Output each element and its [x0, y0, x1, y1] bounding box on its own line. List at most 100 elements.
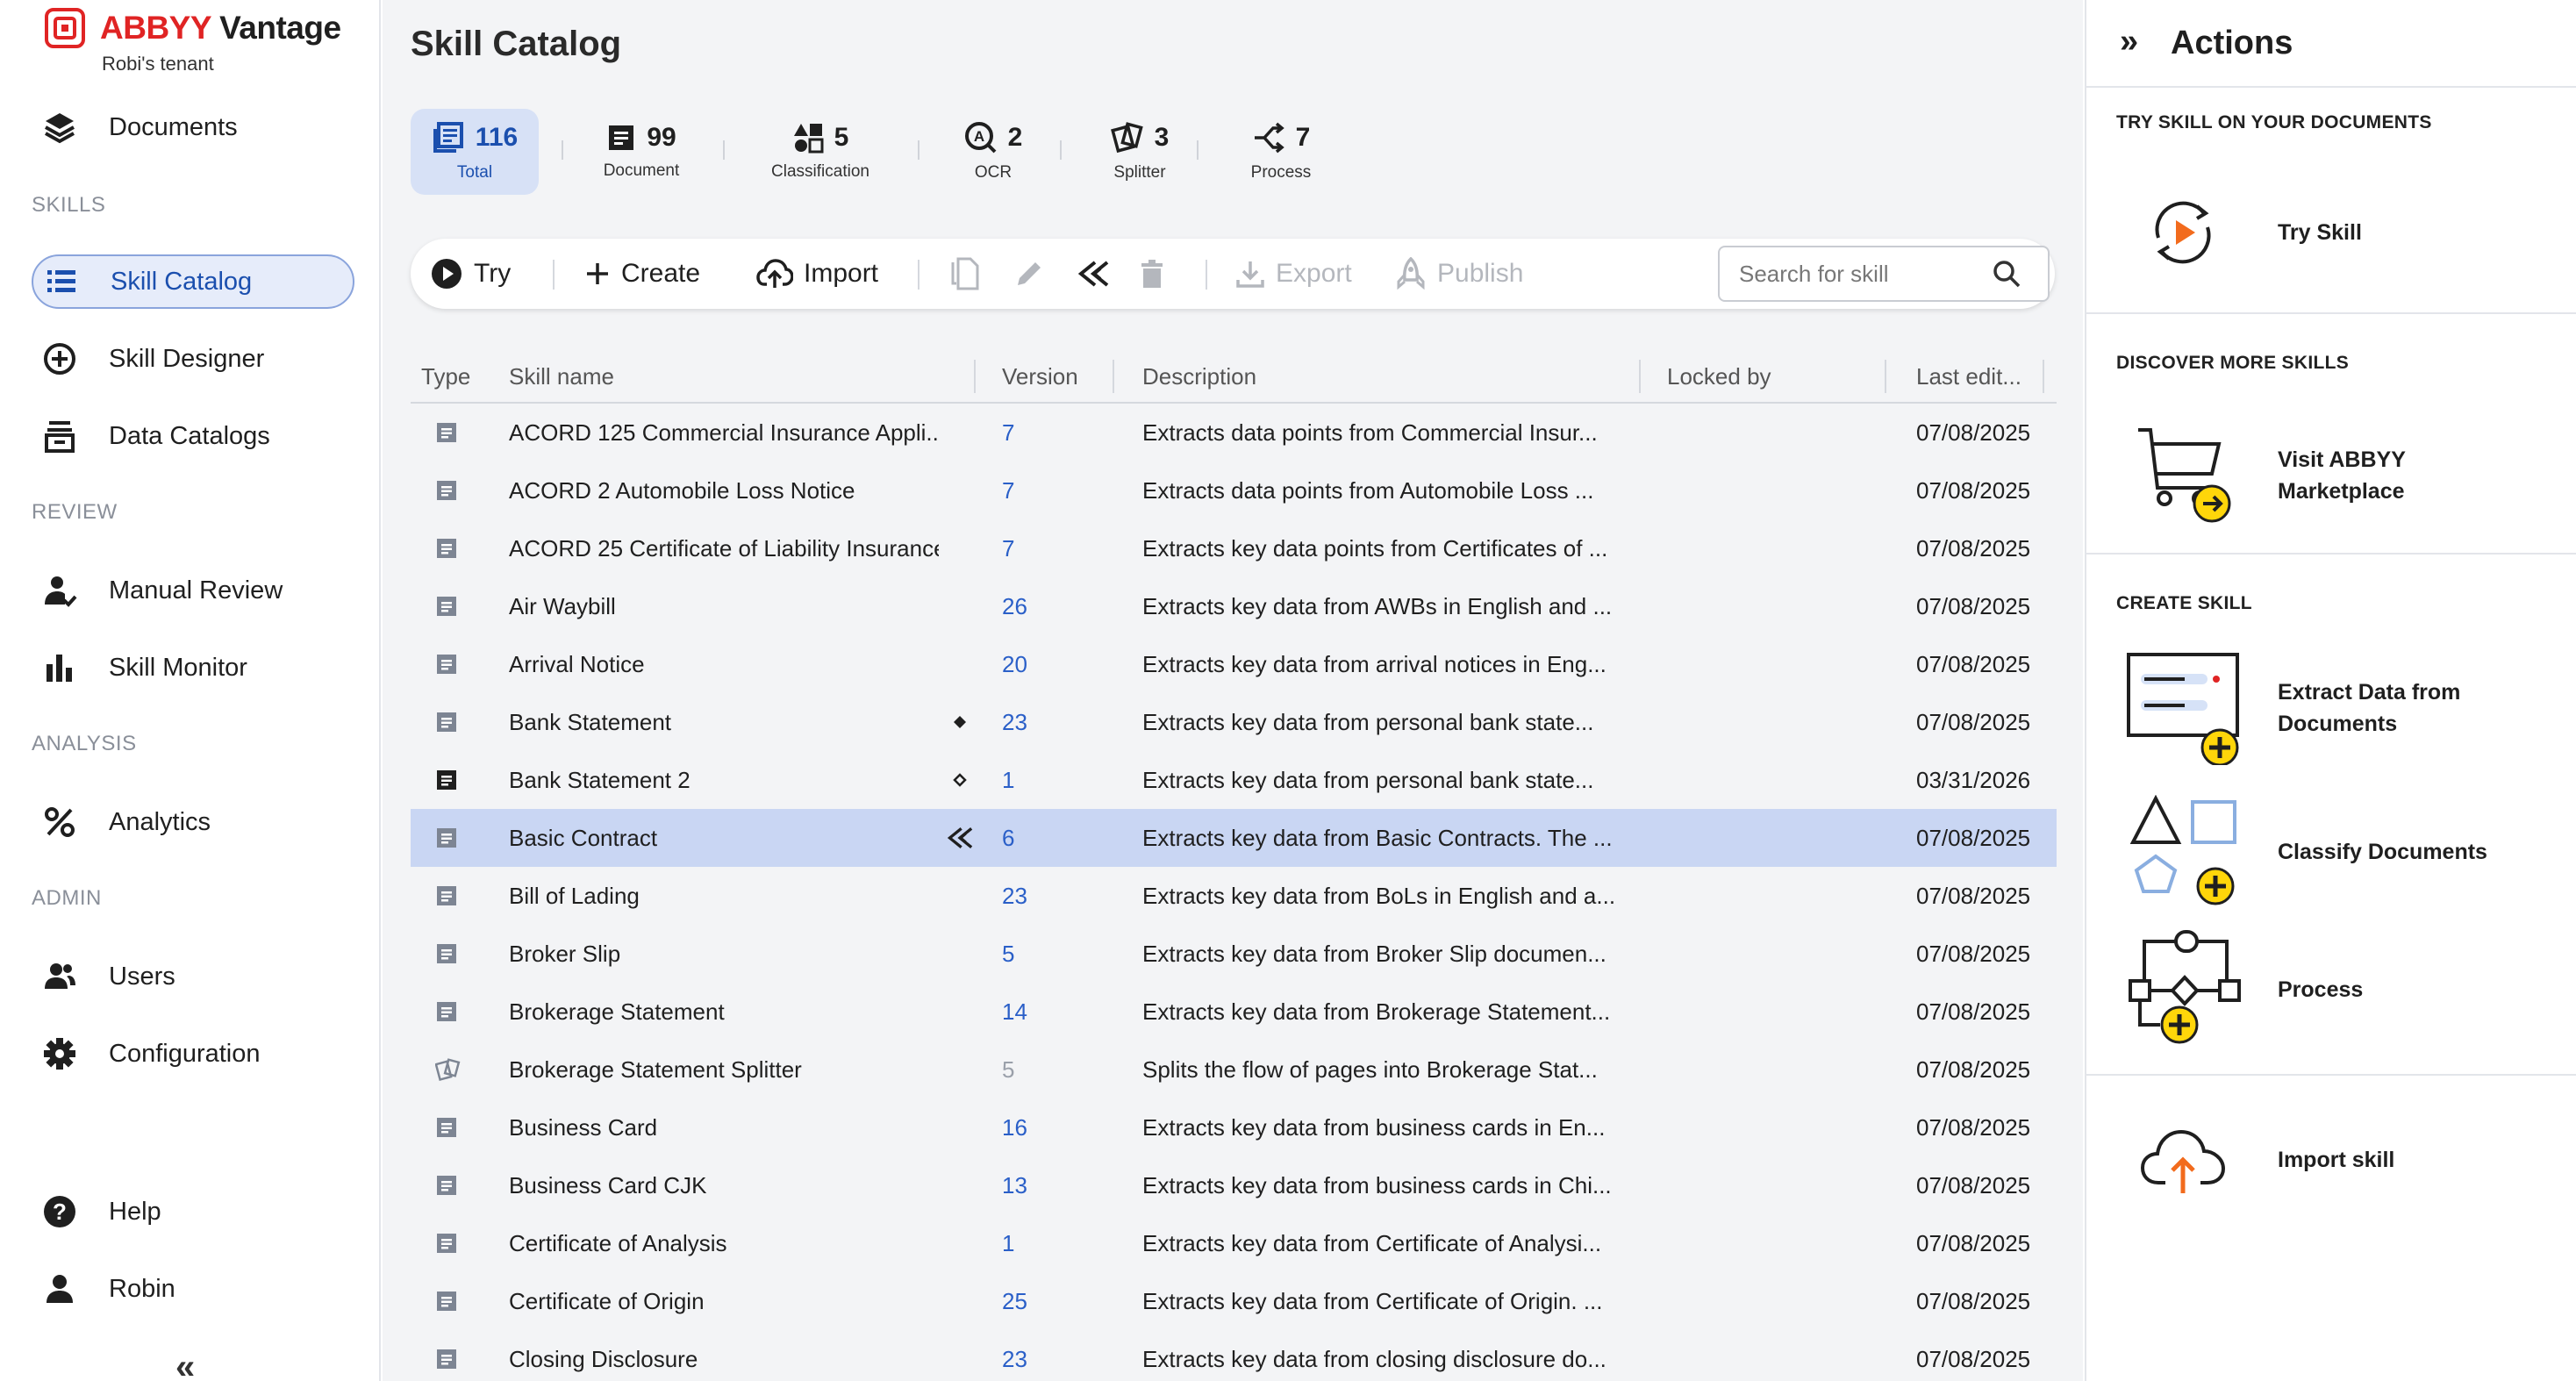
- table-row[interactable]: ACORD 2 Automobile Loss Notice 7 Extracts …: [411, 462, 2057, 519]
- row-version[interactable]: 1: [1002, 751, 1055, 809]
- row-description: Extracts key data from personal bank sta…: [1142, 708, 1594, 735]
- column-skill-name[interactable]: Skill name: [509, 363, 614, 390]
- row-version[interactable]: 13: [1002, 1156, 1055, 1214]
- table-row[interactable]: ACORD 125 Commercial Insurance Appli... 7…: [411, 404, 2057, 462]
- row-version[interactable]: 5: [1002, 1041, 1055, 1098]
- skills-table: Type Skill name Version Description Lock…: [411, 351, 2057, 1381]
- collapse-actions-button[interactable]: »: [2120, 23, 2138, 61]
- row-last-edit: 07/08/2025: [1916, 1229, 2031, 1256]
- filter-classification[interactable]: 5 Classification: [746, 109, 895, 195]
- row-version[interactable]: 5: [1002, 925, 1055, 983]
- classify-documents-action[interactable]: Classify Documents: [2122, 795, 2560, 909]
- table-row[interactable]: Brokerage Statement 14 Extracts key data f…: [411, 983, 2057, 1041]
- sidebar-item-data-catalogs[interactable]: Data Catalogs: [32, 409, 354, 463]
- table-row[interactable]: Broker Slip 5 Extracts key data from Broke…: [411, 925, 2057, 983]
- table-row[interactable]: Bill of Lading 23 Extracts key data from B…: [411, 867, 2057, 925]
- import-button[interactable]: Import: [756, 239, 878, 309]
- table-header: Type Skill name Version Description Lock…: [411, 351, 2057, 404]
- sidebar-item-users[interactable]: Users: [32, 949, 354, 1004]
- table-row[interactable]: Bank Statement 23 Extracts key data from p…: [411, 693, 2057, 751]
- column-divider[interactable]: [974, 360, 976, 393]
- try-button[interactable]: Try: [430, 239, 511, 309]
- collapse-sidebar-button[interactable]: «: [175, 1348, 195, 1381]
- import-skill-action[interactable]: Import skill: [2122, 1116, 2560, 1204]
- column-divider[interactable]: [2043, 360, 2044, 393]
- row-version[interactable]: 20: [1002, 635, 1055, 693]
- row-version[interactable]: 26: [1002, 577, 1055, 635]
- table-row[interactable]: Business Card CJK 13 Extracts key data fro…: [411, 1156, 2057, 1214]
- row-version[interactable]: 7: [1002, 462, 1055, 519]
- marketplace-action[interactable]: Visit ABBYY Marketplace: [2122, 423, 2560, 528]
- try-skill-action[interactable]: Try Skill: [2122, 184, 2560, 281]
- column-description[interactable]: Description: [1142, 363, 1256, 390]
- row-status-mark: [942, 1272, 977, 1330]
- search-icon[interactable]: [1992, 259, 2021, 289]
- table-row[interactable]: Business Card 16 Extracts key data from bu…: [411, 1098, 2057, 1156]
- sidebar-item-skill-designer[interactable]: Skill Designer: [32, 332, 354, 386]
- abbyy-logo-icon: [45, 8, 85, 48]
- stat-count: 116: [475, 123, 519, 152]
- export-button[interactable]: Export: [1235, 239, 1352, 309]
- publish-versions-button[interactable]: [1076, 239, 1111, 309]
- sidebar-item-analytics[interactable]: Analytics: [32, 795, 354, 849]
- search-input[interactable]: [1720, 260, 1992, 288]
- table-row[interactable]: Certificate of Origin 25 Extracts key data…: [411, 1272, 2057, 1330]
- row-version[interactable]: 23: [1002, 693, 1055, 751]
- row-version[interactable]: 16: [1002, 1098, 1055, 1156]
- table-row[interactable]: Certificate of Analysis 1 Extracts key dat…: [411, 1214, 2057, 1272]
- sidebar-item-configuration[interactable]: Configuration: [32, 1027, 354, 1081]
- try-skill-label: Try Skill: [2278, 220, 2362, 245]
- sidebar-item-help[interactable]: ? Help: [32, 1184, 354, 1239]
- edit-button[interactable]: [1014, 239, 1044, 309]
- extract-data-action[interactable]: Extract Data from Documents: [2122, 651, 2560, 765]
- create-button[interactable]: Create: [584, 239, 700, 309]
- sidebar-item-user[interactable]: Robin: [32, 1262, 354, 1316]
- duplicate-button[interactable]: [949, 239, 981, 309]
- brand[interactable]: ABBYY Vantage: [44, 7, 341, 49]
- table-row[interactable]: Air Waybill 26 Extracts key data from AWBs…: [411, 577, 2057, 635]
- row-version[interactable]: 7: [1002, 519, 1055, 577]
- row-version[interactable]: 23: [1002, 1330, 1055, 1381]
- column-divider[interactable]: [1639, 360, 1641, 393]
- section-skills: SKILLS: [32, 193, 106, 217]
- process-flow-icon: [2129, 930, 2241, 1044]
- column-last-edit[interactable]: Last edit...: [1916, 363, 2021, 390]
- sidebar-item-skill-catalog[interactable]: Skill Catalog: [32, 254, 354, 309]
- sidebar-item-documents[interactable]: Documents: [32, 100, 354, 154]
- filter-splitter[interactable]: 3 Splitter: [1083, 109, 1197, 195]
- toolbar-divider: [918, 260, 919, 290]
- column-version[interactable]: Version: [1002, 363, 1078, 390]
- row-version[interactable]: 7: [1002, 404, 1055, 462]
- person-check-icon: [45, 576, 77, 607]
- column-locked-by[interactable]: Locked by: [1667, 363, 1771, 390]
- table-row[interactable]: Arrival Notice 20 Extracts key data from a…: [411, 635, 2057, 693]
- filter-document[interactable]: 99 Document: [584, 109, 698, 195]
- row-version[interactable]: 1: [1002, 1214, 1055, 1272]
- sidebar-item-skill-monitor[interactable]: Skill Monitor: [32, 640, 354, 695]
- table-row[interactable]: Brokerage Statement Splitter 5 Splits the …: [411, 1041, 2057, 1098]
- row-version[interactable]: 25: [1002, 1272, 1055, 1330]
- filter-ocr[interactable]: A 2 OCR: [941, 109, 1046, 195]
- table-row[interactable]: Closing Disclosure 23 Extracts key data fr…: [411, 1330, 2057, 1381]
- row-version[interactable]: 6: [1002, 809, 1055, 867]
- process-action[interactable]: Process: [2122, 928, 2560, 1051]
- row-last-edit: 07/08/2025: [1916, 534, 2031, 562]
- row-version[interactable]: 23: [1002, 867, 1055, 925]
- table-body: ACORD 125 Commercial Insurance Appli... 7…: [411, 404, 2057, 1381]
- row-version[interactable]: 14: [1002, 983, 1055, 1041]
- publish-button[interactable]: Publish: [1395, 239, 1523, 309]
- column-type[interactable]: Type: [421, 363, 470, 390]
- row-status-mark: [942, 1330, 977, 1381]
- table-row[interactable]: Bank Statement 2 1 Extracts key data from …: [411, 751, 2057, 809]
- row-last-edit: 07/08/2025: [1916, 940, 2031, 967]
- table-row[interactable]: Basic Contract 6 Extracts key data from Ba…: [411, 809, 2057, 867]
- row-last-edit: 07/08/2025: [1916, 882, 2031, 909]
- row-type: [435, 1156, 470, 1214]
- sidebar-item-manual-review[interactable]: Manual Review: [32, 563, 354, 618]
- column-divider[interactable]: [1113, 360, 1114, 393]
- filter-total[interactable]: 116 Total: [411, 109, 539, 195]
- delete-button[interactable]: [1139, 239, 1165, 309]
- filter-process[interactable]: 7 Process: [1220, 109, 1342, 195]
- table-row[interactable]: ACORD 25 Certificate of Liability Insura…: [411, 519, 2057, 577]
- column-divider[interactable]: [1885, 360, 1886, 393]
